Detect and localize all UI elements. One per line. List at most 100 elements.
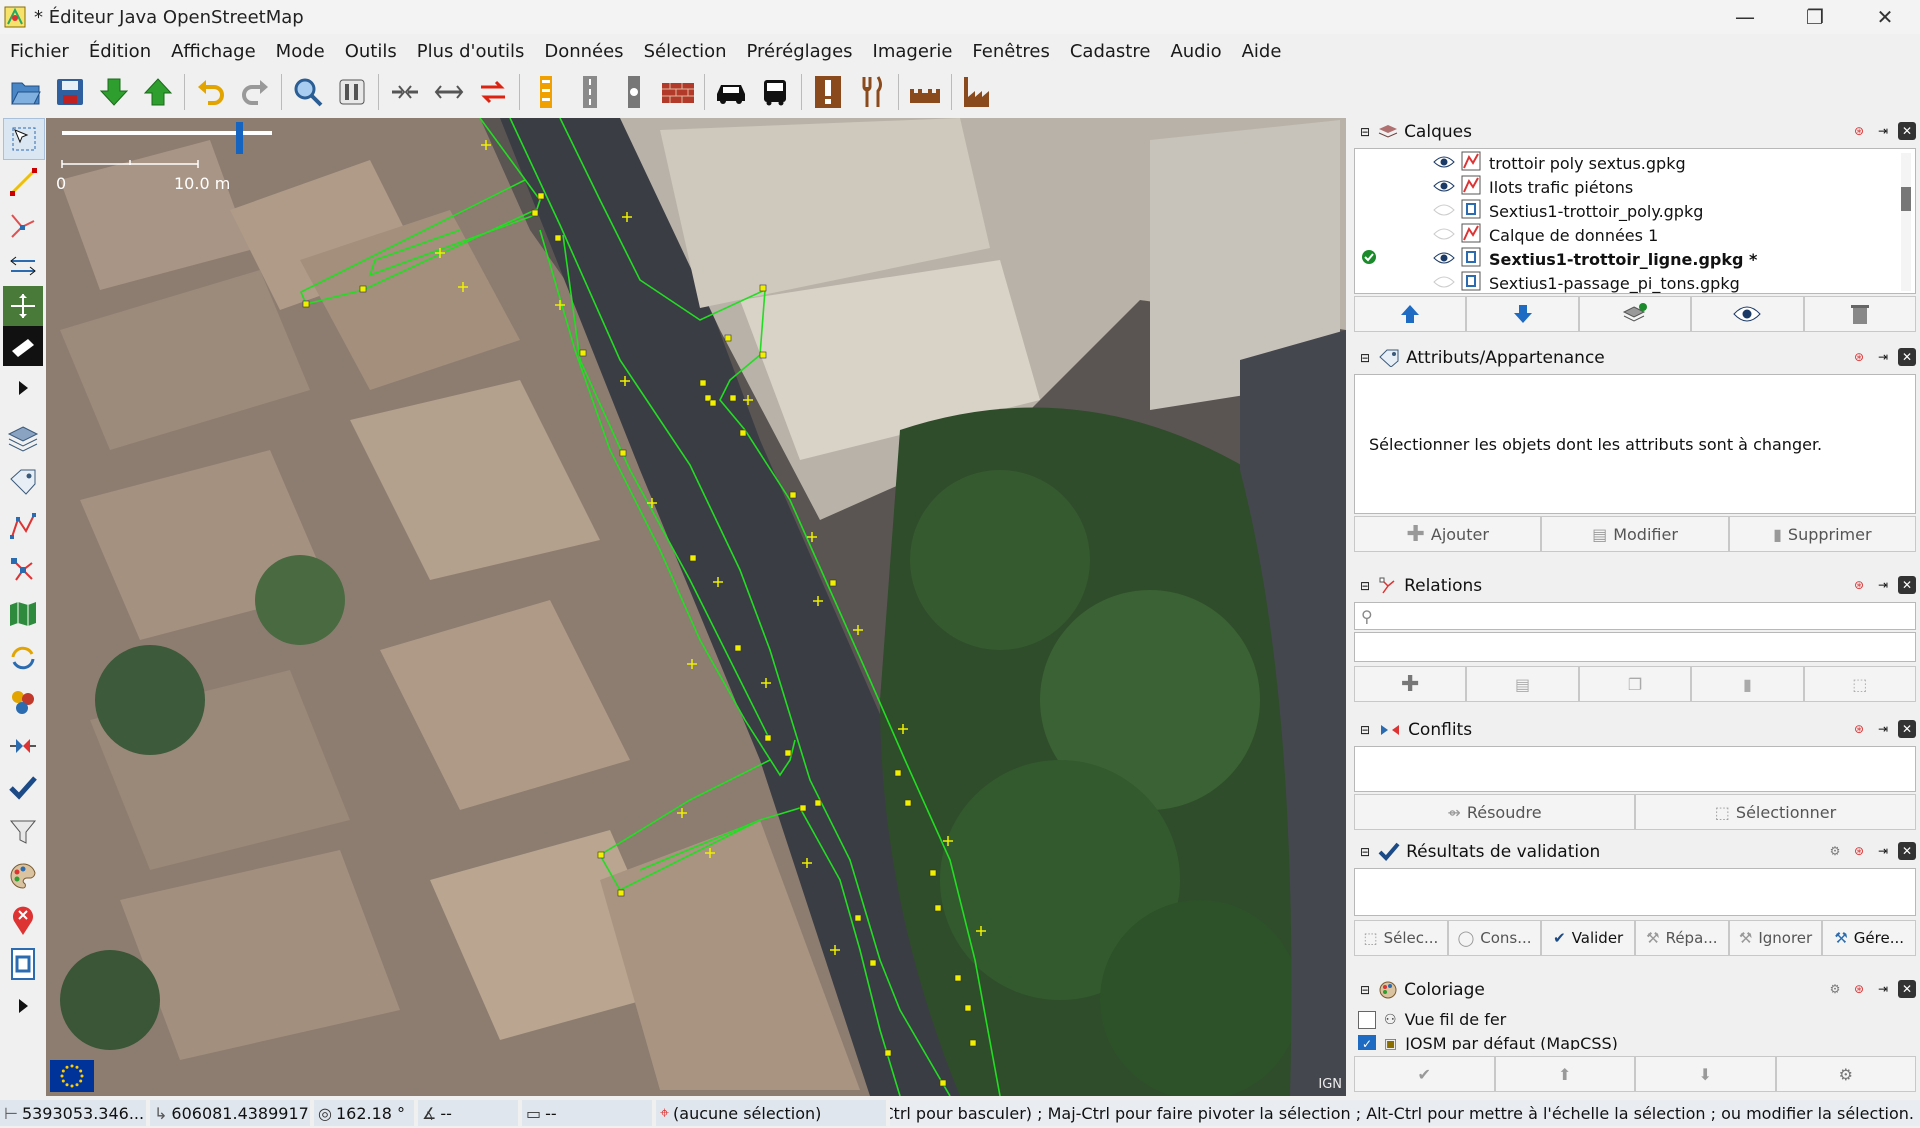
collapse-icon[interactable]: ⊟	[1360, 579, 1370, 593]
map-toggle-icon[interactable]	[3, 594, 43, 634]
collapse-icon[interactable]: ⊟	[1360, 845, 1370, 859]
menu-imagerie[interactable]: Imagerie	[863, 41, 963, 62]
menu-selection[interactable]: Sélection	[634, 41, 737, 62]
move-style-down-icon[interactable]: ⬇	[1635, 1056, 1776, 1092]
save-icon[interactable]	[48, 70, 92, 114]
move-style-up-icon[interactable]: ⬆	[1494, 1056, 1635, 1092]
collapse-icon[interactable]: ⊟	[1360, 723, 1370, 737]
collapse-icon[interactable]: ⊟	[1360, 983, 1370, 997]
hazard-icon[interactable]	[806, 70, 850, 114]
help-icon[interactable]: ⊛	[1850, 576, 1868, 594]
detach-icon[interactable]: ⇥	[1874, 348, 1892, 366]
open-icon[interactable]	[4, 70, 48, 114]
filter-toggle-icon[interactable]	[3, 812, 43, 852]
validation-panel-header[interactable]: ⊟ Résultats de validation ⚙ ⊛ ⇥ ✕	[1352, 838, 1920, 866]
expand-toggles-icon[interactable]	[3, 986, 43, 1026]
help-icon[interactable]: ⊛	[1850, 122, 1868, 140]
add-relation-icon[interactable]: ✚	[1354, 666, 1467, 702]
visible-eye-icon[interactable]	[1433, 154, 1455, 173]
select-mode-icon[interactable]	[3, 118, 45, 160]
resolve-conflict-button[interactable]: ⇴ Résoudre	[1354, 794, 1635, 830]
relations-toggle-icon[interactable]	[3, 550, 43, 590]
layers-scrollbar[interactable]	[1901, 153, 1911, 291]
help-icon[interactable]: ⊛	[1850, 980, 1868, 998]
collapse-icon[interactable]: ⊟	[1360, 125, 1370, 139]
expand-tools-icon[interactable]	[3, 368, 43, 408]
validate-button[interactable]: ✔ Valider	[1541, 920, 1636, 956]
conflicts-toggle-icon[interactable]	[3, 726, 43, 766]
delete-attribute-button[interactable]: ▮ Supprimer	[1728, 516, 1916, 552]
upload-icon[interactable]	[136, 70, 180, 114]
close-icon[interactable]: ✕	[1898, 720, 1916, 738]
visible-eye-icon[interactable]	[1433, 178, 1455, 197]
menu-outils[interactable]: Outils	[335, 41, 407, 62]
preferences-icon[interactable]: ⚙	[1826, 980, 1844, 998]
traffic-signals-icon[interactable]	[612, 70, 656, 114]
menu-edition[interactable]: Édition	[79, 41, 161, 62]
parallel-mode-icon[interactable]	[3, 246, 43, 286]
add-attribute-button[interactable]: ✚ Ajouter	[1354, 516, 1542, 552]
fix-button[interactable]: ⚒ Répa...	[1635, 920, 1729, 956]
style-row[interactable]: ⚇ Vue fil de fer	[1358, 1010, 1506, 1029]
car-icon[interactable]	[709, 70, 753, 114]
activate-style-icon[interactable]: ✔	[1354, 1056, 1495, 1092]
inspect-validation-button[interactable]: ◯ Cons...	[1447, 920, 1542, 956]
menu-audio[interactable]: Audio	[1160, 41, 1231, 62]
history-toggle-icon[interactable]	[3, 638, 43, 678]
preferences-icon[interactable]	[330, 70, 374, 114]
edit-relation-icon[interactable]: ▤	[1466, 666, 1579, 702]
style-checkbox[interactable]: ✓	[1358, 1034, 1376, 1050]
menu-mode[interactable]: Mode	[266, 41, 335, 62]
user-list-icon[interactable]	[3, 682, 43, 722]
help-icon[interactable]: ⊛	[1850, 348, 1868, 366]
map-view[interactable]: 0 10.0 m IGN	[46, 118, 1346, 1096]
manage-button[interactable]: ⚒ Gére...	[1822, 920, 1917, 956]
styles-panel-header[interactable]: ⊟ Coloriage ⚙ ⊛ ⇥ ✕	[1352, 976, 1920, 1004]
tags-toggle-icon[interactable]	[3, 462, 43, 502]
combine-way-icon[interactable]	[383, 70, 427, 114]
style-settings-icon[interactable]: ⚙	[1775, 1056, 1916, 1092]
edit-attribute-button[interactable]: ▤ Modifier	[1541, 516, 1729, 552]
draw-mode-icon[interactable]	[3, 162, 43, 202]
preferences-icon[interactable]: ⚙	[1826, 842, 1844, 860]
relations-panel-header[interactable]: ⊟ Relations ⊛ ⇥ ✕	[1352, 572, 1920, 600]
help-icon[interactable]: ⊛	[1850, 842, 1868, 860]
reverse-way-icon[interactable]	[471, 70, 515, 114]
detach-icon[interactable]: ⇥	[1874, 720, 1892, 738]
layer-row[interactable]: trottoir poly sextus.gpkg	[1355, 151, 1915, 175]
layer-row[interactable]: Sextius1-trottoir_poly.gpkg	[1355, 199, 1915, 223]
improve-way-icon[interactable]	[3, 206, 43, 246]
close-icon[interactable]: ✕	[1898, 348, 1916, 366]
menu-affichage[interactable]: Affichage	[161, 41, 266, 62]
menu-prereglages[interactable]: Préréglages	[737, 41, 863, 62]
close-icon[interactable]: ✕	[1898, 980, 1916, 998]
duplicate-relation-icon[interactable]: ❐	[1578, 666, 1692, 702]
zoom-icon[interactable]	[286, 70, 330, 114]
menu-donnees[interactable]: Données	[534, 41, 633, 62]
delete-mode-icon[interactable]	[3, 326, 43, 366]
layer-row-active[interactable]: Sextius1-trottoir_ligne.gpkg *	[1355, 247, 1915, 271]
layers-panel-header[interactable]: ⊟ Calques ⊛ ⇥ ✕	[1352, 118, 1920, 146]
crossing-icon[interactable]	[524, 70, 568, 114]
delete-layer-icon[interactable]	[1803, 296, 1917, 332]
move-up-icon[interactable]	[1354, 296, 1467, 332]
layer-row[interactable]: Ilots trafic piétons	[1355, 175, 1915, 199]
redo-icon[interactable]	[233, 70, 277, 114]
close-window-button[interactable]: ✕	[1850, 0, 1920, 34]
changeset-manager-icon[interactable]	[3, 944, 43, 984]
menu-cadastre[interactable]: Cadastre	[1060, 41, 1161, 62]
select-relation-icon[interactable]: ⬚	[1803, 666, 1917, 702]
ignore-button[interactable]: ⚒ Ignorer	[1728, 920, 1823, 956]
layer-row[interactable]: Sextius1-passage_pi_tons.gpkg	[1355, 271, 1915, 295]
undo-icon[interactable]	[189, 70, 233, 114]
menu-fichier[interactable]: Fichier	[0, 41, 79, 62]
hidden-eye-icon[interactable]	[1433, 274, 1455, 293]
restore-button[interactable]: ❐	[1780, 0, 1850, 34]
move-down-icon[interactable]	[1466, 296, 1579, 332]
conflicts-panel-header[interactable]: ⊟ Conflits ⊛ ⇥ ✕	[1352, 716, 1920, 744]
layers-toggle-icon[interactable]	[3, 418, 43, 458]
selection-list-icon[interactable]	[3, 506, 43, 546]
download-icon[interactable]	[92, 70, 136, 114]
select-conflict-button[interactable]: ⬚ Sélectionner	[1635, 794, 1916, 830]
collapse-icon[interactable]: ⊟	[1360, 351, 1370, 365]
